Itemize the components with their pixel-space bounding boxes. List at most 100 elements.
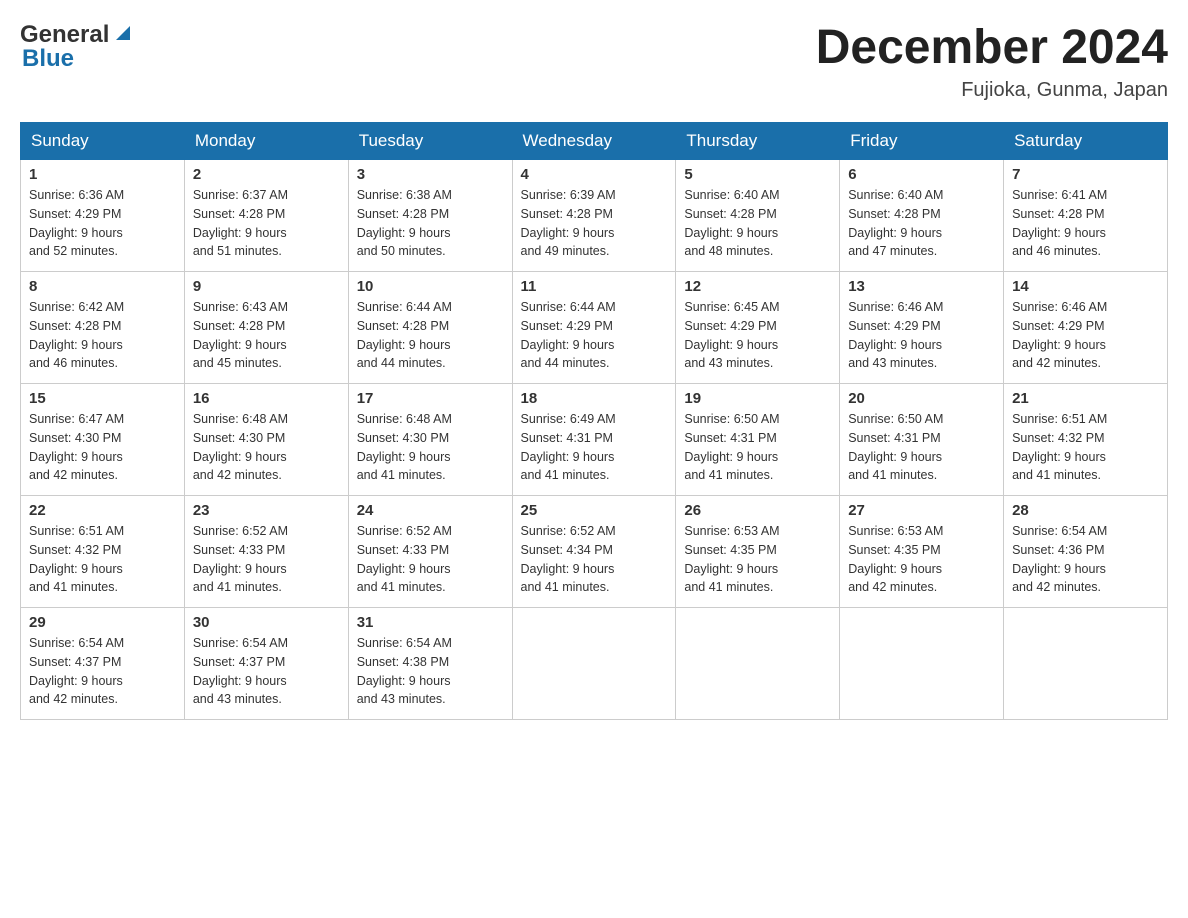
day-number: 25 [521, 502, 668, 519]
table-row [676, 608, 840, 720]
day-info: Sunrise: 6:52 AMSunset: 4:33 PMDaylight:… [193, 524, 288, 594]
table-row: 21 Sunrise: 6:51 AMSunset: 4:32 PMDaylig… [1004, 384, 1168, 496]
page-header: General Blue December 2024 Fujioka, Gunm… [20, 20, 1168, 102]
day-info: Sunrise: 6:44 AMSunset: 4:28 PMDaylight:… [357, 300, 452, 370]
table-row [512, 608, 676, 720]
day-number: 28 [1012, 502, 1159, 519]
day-number: 27 [848, 502, 995, 519]
day-number: 30 [193, 614, 340, 631]
day-number: 13 [848, 278, 995, 295]
day-number: 4 [521, 166, 668, 183]
day-number: 14 [1012, 278, 1159, 295]
day-number: 12 [684, 278, 831, 295]
table-row: 31 Sunrise: 6:54 AMSunset: 4:38 PMDaylig… [348, 608, 512, 720]
day-number: 6 [848, 166, 995, 183]
day-number: 31 [357, 614, 504, 631]
table-row: 10 Sunrise: 6:44 AMSunset: 4:28 PMDaylig… [348, 272, 512, 384]
day-info: Sunrise: 6:52 AMSunset: 4:33 PMDaylight:… [357, 524, 452, 594]
table-row [840, 608, 1004, 720]
day-number: 1 [29, 166, 176, 183]
month-year-title: December 2024 [816, 20, 1168, 75]
day-number: 5 [684, 166, 831, 183]
day-info: Sunrise: 6:53 AMSunset: 4:35 PMDaylight:… [848, 524, 943, 594]
day-info: Sunrise: 6:40 AMSunset: 4:28 PMDaylight:… [684, 188, 779, 258]
col-sunday: Sunday [21, 123, 185, 160]
table-row: 13 Sunrise: 6:46 AMSunset: 4:29 PMDaylig… [840, 272, 1004, 384]
day-info: Sunrise: 6:40 AMSunset: 4:28 PMDaylight:… [848, 188, 943, 258]
table-row: 2 Sunrise: 6:37 AMSunset: 4:28 PMDayligh… [184, 160, 348, 272]
table-row: 18 Sunrise: 6:49 AMSunset: 4:31 PMDaylig… [512, 384, 676, 496]
calendar-week-row: 29 Sunrise: 6:54 AMSunset: 4:37 PMDaylig… [21, 608, 1168, 720]
table-row: 6 Sunrise: 6:40 AMSunset: 4:28 PMDayligh… [840, 160, 1004, 272]
table-row: 11 Sunrise: 6:44 AMSunset: 4:29 PMDaylig… [512, 272, 676, 384]
day-info: Sunrise: 6:45 AMSunset: 4:29 PMDaylight:… [684, 300, 779, 370]
day-number: 8 [29, 278, 176, 295]
table-row: 15 Sunrise: 6:47 AMSunset: 4:30 PMDaylig… [21, 384, 185, 496]
table-row: 3 Sunrise: 6:38 AMSunset: 4:28 PMDayligh… [348, 160, 512, 272]
day-info: Sunrise: 6:54 AMSunset: 4:37 PMDaylight:… [193, 636, 288, 706]
table-row: 12 Sunrise: 6:45 AMSunset: 4:29 PMDaylig… [676, 272, 840, 384]
table-row: 1 Sunrise: 6:36 AMSunset: 4:29 PMDayligh… [21, 160, 185, 272]
table-row: 17 Sunrise: 6:48 AMSunset: 4:30 PMDaylig… [348, 384, 512, 496]
day-number: 20 [848, 390, 995, 407]
day-info: Sunrise: 6:47 AMSunset: 4:30 PMDaylight:… [29, 412, 124, 482]
table-row: 19 Sunrise: 6:50 AMSunset: 4:31 PMDaylig… [676, 384, 840, 496]
day-info: Sunrise: 6:44 AMSunset: 4:29 PMDaylight:… [521, 300, 616, 370]
calendar-week-row: 1 Sunrise: 6:36 AMSunset: 4:29 PMDayligh… [21, 160, 1168, 272]
table-row: 7 Sunrise: 6:41 AMSunset: 4:28 PMDayligh… [1004, 160, 1168, 272]
day-info: Sunrise: 6:43 AMSunset: 4:28 PMDaylight:… [193, 300, 288, 370]
day-number: 7 [1012, 166, 1159, 183]
table-row: 27 Sunrise: 6:53 AMSunset: 4:35 PMDaylig… [840, 496, 1004, 608]
table-row: 14 Sunrise: 6:46 AMSunset: 4:29 PMDaylig… [1004, 272, 1168, 384]
day-number: 26 [684, 502, 831, 519]
table-row: 24 Sunrise: 6:52 AMSunset: 4:33 PMDaylig… [348, 496, 512, 608]
table-row: 9 Sunrise: 6:43 AMSunset: 4:28 PMDayligh… [184, 272, 348, 384]
table-row: 20 Sunrise: 6:50 AMSunset: 4:31 PMDaylig… [840, 384, 1004, 496]
table-row: 29 Sunrise: 6:54 AMSunset: 4:37 PMDaylig… [21, 608, 185, 720]
col-thursday: Thursday [676, 123, 840, 160]
table-row: 8 Sunrise: 6:42 AMSunset: 4:28 PMDayligh… [21, 272, 185, 384]
col-saturday: Saturday [1004, 123, 1168, 160]
day-info: Sunrise: 6:48 AMSunset: 4:30 PMDaylight:… [357, 412, 452, 482]
day-info: Sunrise: 6:36 AMSunset: 4:29 PMDaylight:… [29, 188, 124, 258]
day-info: Sunrise: 6:54 AMSunset: 4:36 PMDaylight:… [1012, 524, 1107, 594]
day-number: 15 [29, 390, 176, 407]
day-info: Sunrise: 6:53 AMSunset: 4:35 PMDaylight:… [684, 524, 779, 594]
logo-blue-text: Blue [22, 45, 74, 73]
calendar-header-row: Sunday Monday Tuesday Wednesday Thursday… [21, 123, 1168, 160]
col-wednesday: Wednesday [512, 123, 676, 160]
table-row: 4 Sunrise: 6:39 AMSunset: 4:28 PMDayligh… [512, 160, 676, 272]
table-row: 5 Sunrise: 6:40 AMSunset: 4:28 PMDayligh… [676, 160, 840, 272]
day-number: 22 [29, 502, 176, 519]
day-info: Sunrise: 6:39 AMSunset: 4:28 PMDaylight:… [521, 188, 616, 258]
day-number: 10 [357, 278, 504, 295]
table-row: 23 Sunrise: 6:52 AMSunset: 4:33 PMDaylig… [184, 496, 348, 608]
day-info: Sunrise: 6:50 AMSunset: 4:31 PMDaylight:… [848, 412, 943, 482]
calendar-week-row: 22 Sunrise: 6:51 AMSunset: 4:32 PMDaylig… [21, 496, 1168, 608]
day-info: Sunrise: 6:38 AMSunset: 4:28 PMDaylight:… [357, 188, 452, 258]
day-info: Sunrise: 6:49 AMSunset: 4:31 PMDaylight:… [521, 412, 616, 482]
title-block: December 2024 Fujioka, Gunma, Japan [816, 20, 1168, 102]
day-info: Sunrise: 6:54 AMSunset: 4:38 PMDaylight:… [357, 636, 452, 706]
calendar-week-row: 15 Sunrise: 6:47 AMSunset: 4:30 PMDaylig… [21, 384, 1168, 496]
location-subtitle: Fujioka, Gunma, Japan [816, 79, 1168, 102]
table-row: 22 Sunrise: 6:51 AMSunset: 4:32 PMDaylig… [21, 496, 185, 608]
table-row: 16 Sunrise: 6:48 AMSunset: 4:30 PMDaylig… [184, 384, 348, 496]
day-info: Sunrise: 6:41 AMSunset: 4:28 PMDaylight:… [1012, 188, 1107, 258]
table-row: 30 Sunrise: 6:54 AMSunset: 4:37 PMDaylig… [184, 608, 348, 720]
day-info: Sunrise: 6:52 AMSunset: 4:34 PMDaylight:… [521, 524, 616, 594]
day-number: 19 [684, 390, 831, 407]
day-number: 2 [193, 166, 340, 183]
day-number: 11 [521, 278, 668, 295]
day-info: Sunrise: 6:51 AMSunset: 4:32 PMDaylight:… [1012, 412, 1107, 482]
day-number: 18 [521, 390, 668, 407]
logo: General Blue [20, 20, 134, 73]
day-number: 23 [193, 502, 340, 519]
day-info: Sunrise: 6:42 AMSunset: 4:28 PMDaylight:… [29, 300, 124, 370]
calendar-table: Sunday Monday Tuesday Wednesday Thursday… [20, 122, 1168, 720]
table-row: 26 Sunrise: 6:53 AMSunset: 4:35 PMDaylig… [676, 496, 840, 608]
day-info: Sunrise: 6:46 AMSunset: 4:29 PMDaylight:… [1012, 300, 1107, 370]
day-number: 29 [29, 614, 176, 631]
col-friday: Friday [840, 123, 1004, 160]
calendar-week-row: 8 Sunrise: 6:42 AMSunset: 4:28 PMDayligh… [21, 272, 1168, 384]
